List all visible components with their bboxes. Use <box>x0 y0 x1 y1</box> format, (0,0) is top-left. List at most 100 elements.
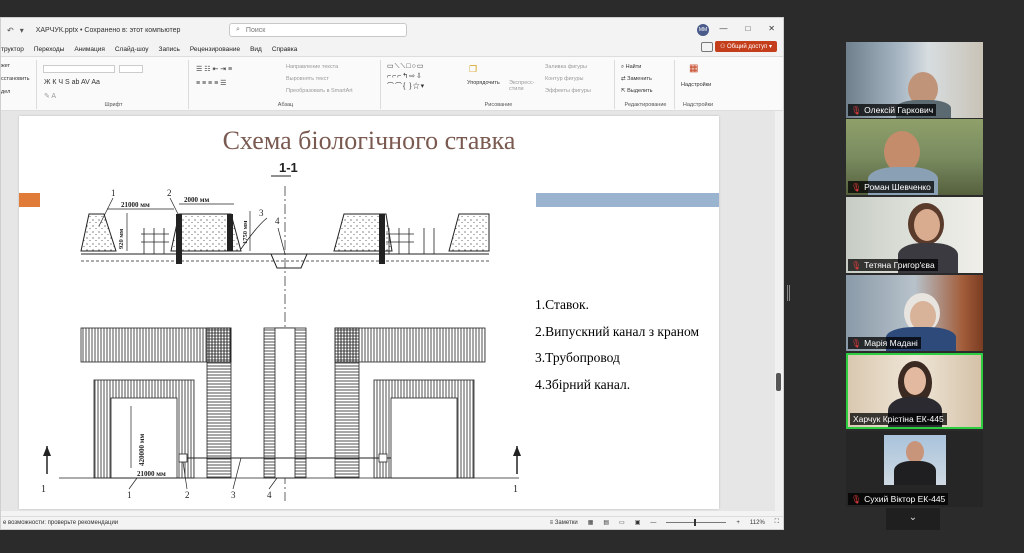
zoom-level[interactable]: 112% <box>750 520 765 526</box>
notes-button[interactable]: ≡ Заметки <box>550 520 578 526</box>
participant-tile[interactable]: 🎙︎ Роман Шевченко <box>846 119 983 195</box>
shape-effects-button[interactable]: Эффекты фигуры <box>545 88 591 94</box>
normal-view-icon[interactable]: ▦ <box>588 519 594 526</box>
quick-styles-button[interactable]: Экспресс-стили <box>509 80 541 92</box>
num-2-bottom: 2 <box>185 490 190 500</box>
dim-21000-top: 21000 мм <box>121 201 150 209</box>
ribbon-label-addins: Надстройки <box>682 102 714 108</box>
dim-420000: 420000 мм <box>138 433 146 466</box>
font-size-input[interactable] <box>119 65 143 73</box>
tab-review[interactable]: Рецензирование <box>190 46 240 53</box>
tab-design[interactable]: труктор <box>1 46 24 53</box>
comment-icon[interactable] <box>701 42 713 52</box>
legend-item: 3.Трубопровод <box>535 350 620 365</box>
notes-label: Заметки <box>554 519 578 526</box>
share-button[interactable]: ⚇ Общий доступ ▾ <box>714 41 777 52</box>
status-controls: ≡ Заметки ▦ ▤ ▭ ▣ — + 112% ⛶ <box>550 519 779 526</box>
fit-slide-icon[interactable]: ⛶ <box>775 519 779 526</box>
participant-tile[interactable]: 🎙︎ Олексій Гаркович <box>846 42 983 118</box>
powerpoint-window: ↶ ▾ ХАРЧУК.pptx • Сохранено в: этот комп… <box>0 17 784 530</box>
participant-name-bar: 🎙︎ Марія Мадані <box>848 337 921 349</box>
num-1-top: 1 <box>111 188 116 198</box>
replace-button[interactable]: ⇄ Заменить <box>621 76 652 82</box>
slideshow-view-icon[interactable]: ▣ <box>635 519 641 526</box>
ribbon-item-align-text[interactable]: Выровнять текст <box>286 76 329 82</box>
shape-fill-button[interactable]: Заливка фигуры <box>545 64 587 70</box>
tab-animations[interactable]: Анимация <box>74 46 105 53</box>
participant-name: Сухий Віктор ЕК-445 <box>864 494 946 504</box>
participant-name: Харчук Крістіна ЕК-445 <box>853 414 944 424</box>
expand-participants-button[interactable]: ⌄ <box>886 508 940 530</box>
close-button[interactable]: ✕ <box>768 24 775 33</box>
ribbon-group-editing: ⌕ Найти ⇄ Заменить ⇱ Выделить Редактиров… <box>617 60 675 109</box>
sorter-view-icon[interactable]: ▤ <box>603 519 609 526</box>
participant-tile[interactable]: 🎙︎ Марія Мадані <box>846 275 983 351</box>
font-format-buttons[interactable]: Ж К Ч S ab AV Aa <box>44 79 100 86</box>
addins-button[interactable]: Надстройки <box>681 82 711 88</box>
find-button[interactable]: ⌕ Найти <box>621 64 641 71</box>
mic-muted-icon: 🎙︎ <box>851 338 862 348</box>
plan-view: 420000 мм 21000 мм 1 1 1 2 3 4 <box>41 327 521 500</box>
zoom-in-icon[interactable]: + <box>736 520 740 526</box>
ribbon-label-font: Шрифт <box>104 102 123 108</box>
shape-outline-button[interactable]: Контур фигуры <box>545 76 583 82</box>
font-color-buttons[interactable]: ✎ A <box>44 92 56 100</box>
find-label: Найти <box>625 64 642 70</box>
dim-21000-bottom: 21000 мм <box>137 470 166 478</box>
tab-transitions[interactable]: Переходы <box>34 46 65 53</box>
num-3-top: 3 <box>259 208 264 218</box>
shapes-gallery[interactable]: ▭⟍⟍□○▭ ⌐⌐⌐↰⇨⇩ ⌒⌒{ }☆▾ <box>387 62 457 98</box>
minimize-button[interactable]: — <box>719 24 727 33</box>
participant-tile[interactable]: 🎙︎ Сухий Віктор ЕК-445 <box>846 431 983 507</box>
document-title[interactable]: ХАРЧУК.pptx • Сохранено в: этот компьюте… <box>36 27 181 34</box>
accessibility-status[interactable]: е возможности: проверьте рекомендации <box>3 520 118 526</box>
tab-slideshow[interactable]: Слайд-шоу <box>115 46 149 53</box>
customize-icon[interactable]: ▾ <box>20 26 24 35</box>
num-4-top: 4 <box>275 216 280 226</box>
dim-1750: 1750 мм <box>242 220 249 244</box>
mic-muted-icon: 🎙︎ <box>851 260 862 270</box>
search-input[interactable]: ⌕ Поиск <box>229 23 407 37</box>
participant-tile[interactable]: 🎙︎ Тетяна Григор'єва <box>846 197 983 273</box>
arrange-icon: ❐ <box>469 64 478 74</box>
panel-splitter[interactable] <box>787 285 790 301</box>
ribbon-item-layout[interactable]: жет <box>1 63 10 69</box>
zoom-slider[interactable] <box>666 519 727 526</box>
zoom-out-icon[interactable]: — <box>650 520 656 526</box>
addins-icon: ▦ <box>689 63 699 74</box>
video-feed <box>884 435 946 485</box>
num-2-top: 2 <box>167 188 172 198</box>
ribbon-group-drawing: ▭⟍⟍□○▭ ⌐⌐⌐↰⇨⇩ ⌒⌒{ }☆▾ ❐ Упорядочить Экспре… <box>383 60 615 109</box>
replace-label: Заменить <box>627 76 652 82</box>
tab-view[interactable]: Вид <box>250 46 262 53</box>
dim-920: 920 мм <box>118 228 125 249</box>
slide-workarea: Схема біологічного ставка 1-1 21000 мм 2… <box>1 111 783 511</box>
tab-record[interactable]: Запись <box>159 46 180 53</box>
ribbon-item-section[interactable]: дел <box>1 89 10 95</box>
vertical-scrollbar[interactable] <box>775 111 783 511</box>
arrange-button[interactable]: Упорядочить <box>467 80 500 86</box>
mic-muted-icon: 🎙︎ <box>851 105 862 115</box>
legend-list[interactable]: 1.Ставок. 2.Випускний канал з краном 3.Т… <box>535 292 703 398</box>
maximize-button[interactable]: □ <box>745 24 750 33</box>
participant-name-bar: 🎙︎ Сухий Віктор ЕК-445 <box>848 493 949 505</box>
scrollbar-thumb[interactable] <box>776 373 781 391</box>
participant-name: Тетяна Григор'єва <box>864 260 935 270</box>
ribbon-item-reset[interactable]: сстановить <box>1 76 30 82</box>
tab-help[interactable]: Справка <box>272 46 298 53</box>
ribbon-item-text-direction[interactable]: Направление текста <box>286 64 338 70</box>
reading-view-icon[interactable]: ▭ <box>619 519 625 526</box>
align-buttons[interactable]: ≡ ≡ ≡ ≡ ☰ <box>196 79 226 87</box>
chevron-down-icon: ⌄ <box>908 512 918 523</box>
dim-2000: 2000 мм <box>184 196 210 204</box>
avatar[interactable]: ММ <box>697 24 709 36</box>
list-buttons[interactable]: ☰ ☷ ⇤ ⇥ ≡ <box>196 65 232 73</box>
slide[interactable]: Схема біологічного ставка 1-1 21000 мм 2… <box>19 116 719 509</box>
ribbon-item-smartart[interactable]: Преобразовать в SmartArt <box>286 88 353 94</box>
legend-item: 1.Ставок. <box>535 297 589 312</box>
font-name-input[interactable] <box>43 65 115 73</box>
ribbon: жет сстановить дел Ж К Ч S ab AV Aa ✎ A … <box>1 56 783 111</box>
select-button[interactable]: ⇱ Выделить <box>621 88 653 94</box>
participant-tile-active[interactable]: Харчук Крістіна ЕК-445 <box>846 353 983 429</box>
undo-icon[interactable]: ↶ <box>7 26 14 35</box>
